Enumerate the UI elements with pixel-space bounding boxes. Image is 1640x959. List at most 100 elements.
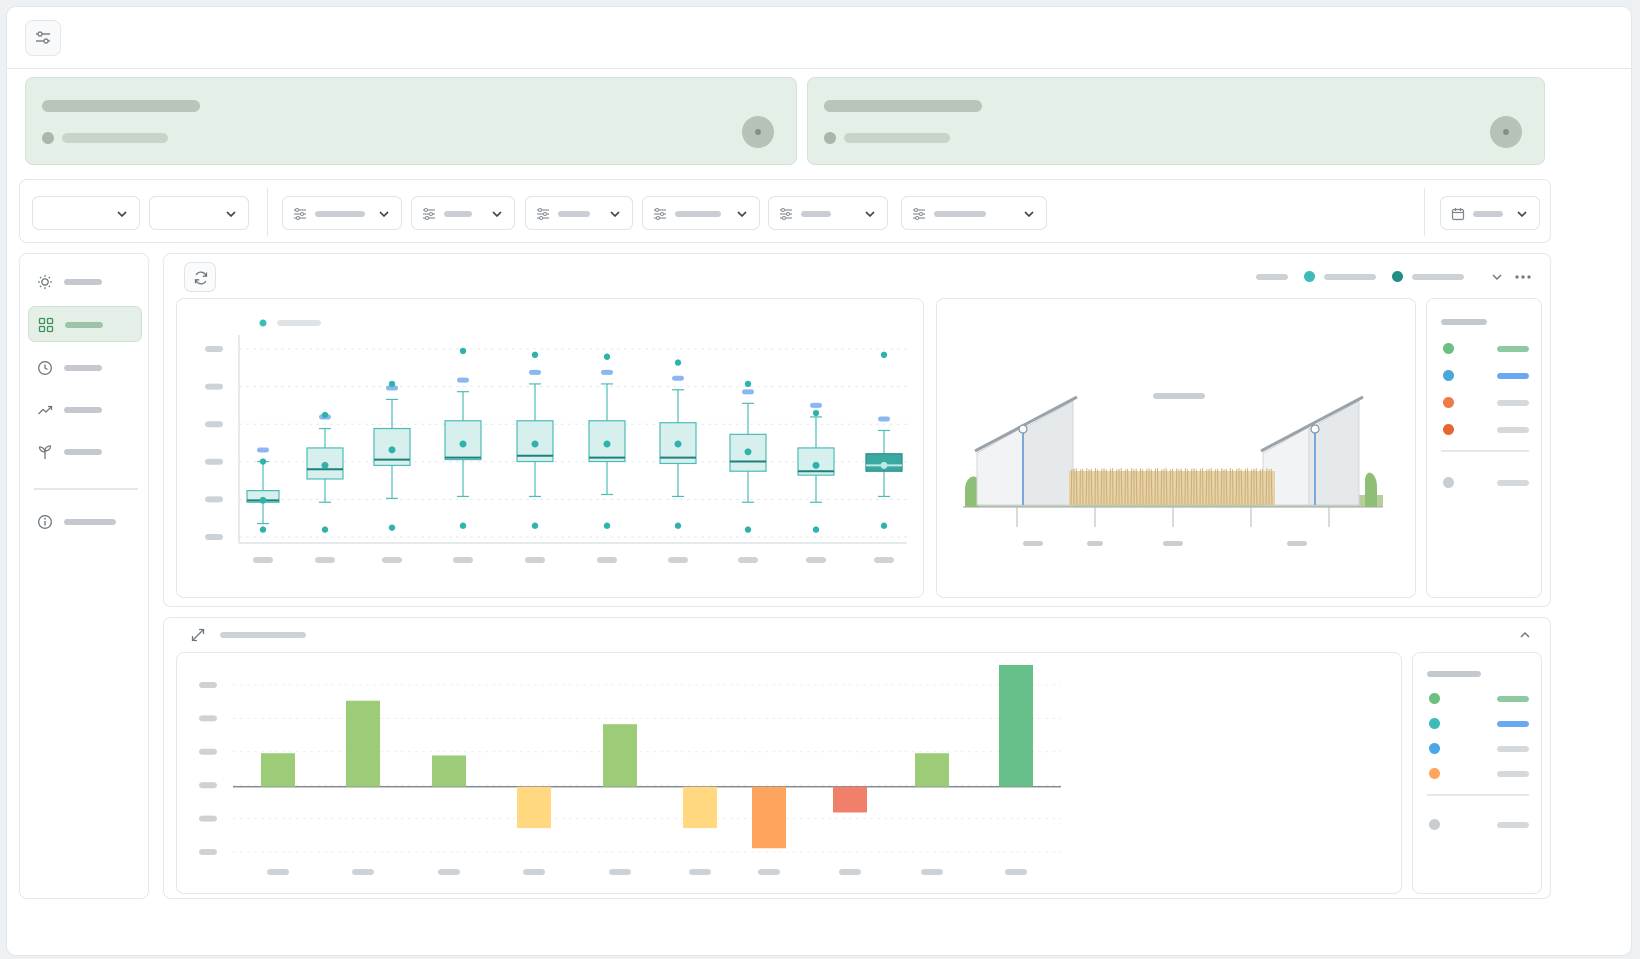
bar <box>915 753 949 787</box>
outlier-point <box>459 347 467 355</box>
mean-point <box>459 440 467 448</box>
y-tick-label <box>199 715 217 722</box>
upper-marker <box>742 389 754 395</box>
select-dropdown-2[interactable] <box>149 196 249 230</box>
x-tick-label <box>1005 869 1027 875</box>
calendar-icon <box>1451 208 1465 221</box>
card-title <box>824 100 982 112</box>
date-range-select[interactable] <box>1440 196 1540 230</box>
legend-label <box>1324 274 1376 280</box>
filter-dropdown-5[interactable] <box>768 196 888 230</box>
mean-point <box>531 440 539 448</box>
legend-label <box>1412 274 1464 280</box>
bar <box>752 786 786 849</box>
filter-dropdown-6[interactable] <box>901 196 1047 230</box>
card-action-button[interactable] <box>1490 116 1522 148</box>
x-tick-label <box>597 557 617 563</box>
x-tick-label <box>839 869 861 875</box>
mean-point <box>321 461 329 469</box>
divider <box>1441 450 1529 452</box>
expand-icon[interactable] <box>190 627 206 643</box>
legend-dot <box>1429 819 1440 830</box>
chevron-down-icon <box>492 211 502 218</box>
filter-label <box>444 211 472 217</box>
y-tick-label <box>199 682 217 688</box>
outlier-point <box>812 409 820 417</box>
legend-dot <box>1443 477 1454 488</box>
outlier-point <box>744 380 752 388</box>
filter-dropdown-3[interactable] <box>525 196 633 230</box>
bar <box>346 700 380 787</box>
app-window <box>6 6 1632 956</box>
mean-point <box>812 461 820 469</box>
y-tick-label <box>205 534 223 540</box>
legend-title <box>1427 671 1481 677</box>
outlier-point <box>321 411 329 419</box>
legend-dot <box>259 319 267 327</box>
x-tick-label <box>315 557 335 563</box>
filter-settings-button[interactable] <box>25 20 61 56</box>
filter-dropdown-4[interactable] <box>642 196 760 230</box>
legend-title <box>1441 319 1487 325</box>
summary-card-1[interactable] <box>25 77 797 165</box>
legend-dot <box>1443 424 1454 435</box>
sidebar-item-history[interactable] <box>28 350 142 386</box>
select-dropdown-1[interactable] <box>32 196 140 230</box>
mean-point <box>880 461 888 469</box>
outlier-point <box>812 526 820 533</box>
sidebar-item-dashboard[interactable] <box>28 306 142 342</box>
x-tick-label <box>806 557 826 563</box>
sidebar-item-info[interactable] <box>28 504 142 540</box>
summary-card-2[interactable] <box>807 77 1545 165</box>
chevron-down-icon[interactable] <box>1490 270 1504 284</box>
legend-dot <box>1443 397 1454 408</box>
more-icon[interactable] <box>1514 274 1532 280</box>
filter-lines-icon <box>780 208 792 220</box>
divider <box>34 488 138 490</box>
box-plot-card <box>176 298 924 598</box>
x-tick-label <box>689 869 711 875</box>
sidebar-item-trends[interactable] <box>28 392 142 428</box>
card-action-button[interactable] <box>742 116 774 148</box>
chevron-down-icon <box>117 211 127 218</box>
y-tick-label <box>205 383 223 390</box>
upper-marker <box>529 369 541 375</box>
legend-dot <box>1443 343 1454 354</box>
legend-card <box>1426 298 1542 598</box>
mean-point <box>259 496 267 504</box>
filter-lines-icon <box>654 208 666 220</box>
filter-bar <box>19 179 1551 243</box>
x-tick-label <box>874 557 894 563</box>
filter-label <box>675 211 721 217</box>
sidebar-item-sun[interactable] <box>28 264 142 300</box>
y-tick-label <box>205 421 223 428</box>
y-tick-label <box>205 458 223 465</box>
chevron-up-icon[interactable] <box>1518 628 1532 642</box>
legend-card <box>1412 652 1542 894</box>
sidebar <box>19 253 149 899</box>
sidebar-item-crops[interactable] <box>28 434 142 470</box>
filter-lines-icon <box>537 208 549 220</box>
x-tick-label <box>352 869 374 875</box>
sidebar-item-label <box>64 407 102 413</box>
x-tick-label <box>253 557 273 563</box>
outlier-point <box>388 524 396 531</box>
legend-dot-teal <box>1304 271 1315 282</box>
filter-dropdown-1[interactable] <box>282 196 402 230</box>
legend-label <box>1256 274 1288 280</box>
x-tick-label <box>758 869 780 875</box>
outlier-point <box>388 380 396 388</box>
filter-dropdown-2[interactable] <box>411 196 515 230</box>
legend-label <box>277 320 321 326</box>
filter-lines-icon <box>423 208 435 220</box>
filter-lines-icon <box>294 208 306 220</box>
mean-point <box>388 446 396 454</box>
filter-lines-icon <box>913 208 925 220</box>
upper-marker <box>457 377 469 383</box>
outlier-point <box>259 458 267 465</box>
upper-marker <box>878 416 890 422</box>
top-bar <box>7 7 1631 69</box>
card-subtitle <box>62 133 168 143</box>
outlier-point <box>603 353 611 360</box>
refresh-button[interactable] <box>184 262 216 292</box>
